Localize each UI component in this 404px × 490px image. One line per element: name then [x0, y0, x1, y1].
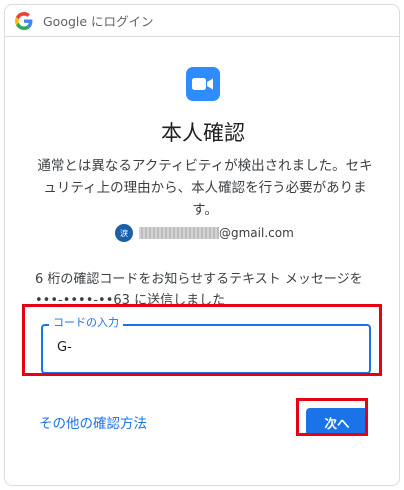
email-suffix: @gmail.com: [219, 226, 294, 240]
highlight-next-button: [296, 398, 368, 436]
dialog-header: Google にログイン: [5, 5, 399, 37]
header-title: Google にログイン: [43, 14, 154, 29]
redacted-email-local-part: [139, 227, 219, 239]
highlight-code-input: [22, 304, 382, 376]
video-camera-glyph: [192, 78, 213, 90]
other-verification-methods-link[interactable]: その他の確認方法: [39, 412, 147, 432]
zoom-video-camera-icon: [186, 67, 220, 101]
account-chip[interactable]: 淚 @gmail.com: [115, 224, 294, 242]
google-g-icon: [15, 11, 33, 30]
verification-description: 通常とは異なるアクティビティが検出されました。セキュリティ上の理由から、本人確認…: [37, 158, 373, 218]
page-title: 本人確認: [161, 121, 245, 145]
avatar: 淚: [115, 224, 133, 242]
